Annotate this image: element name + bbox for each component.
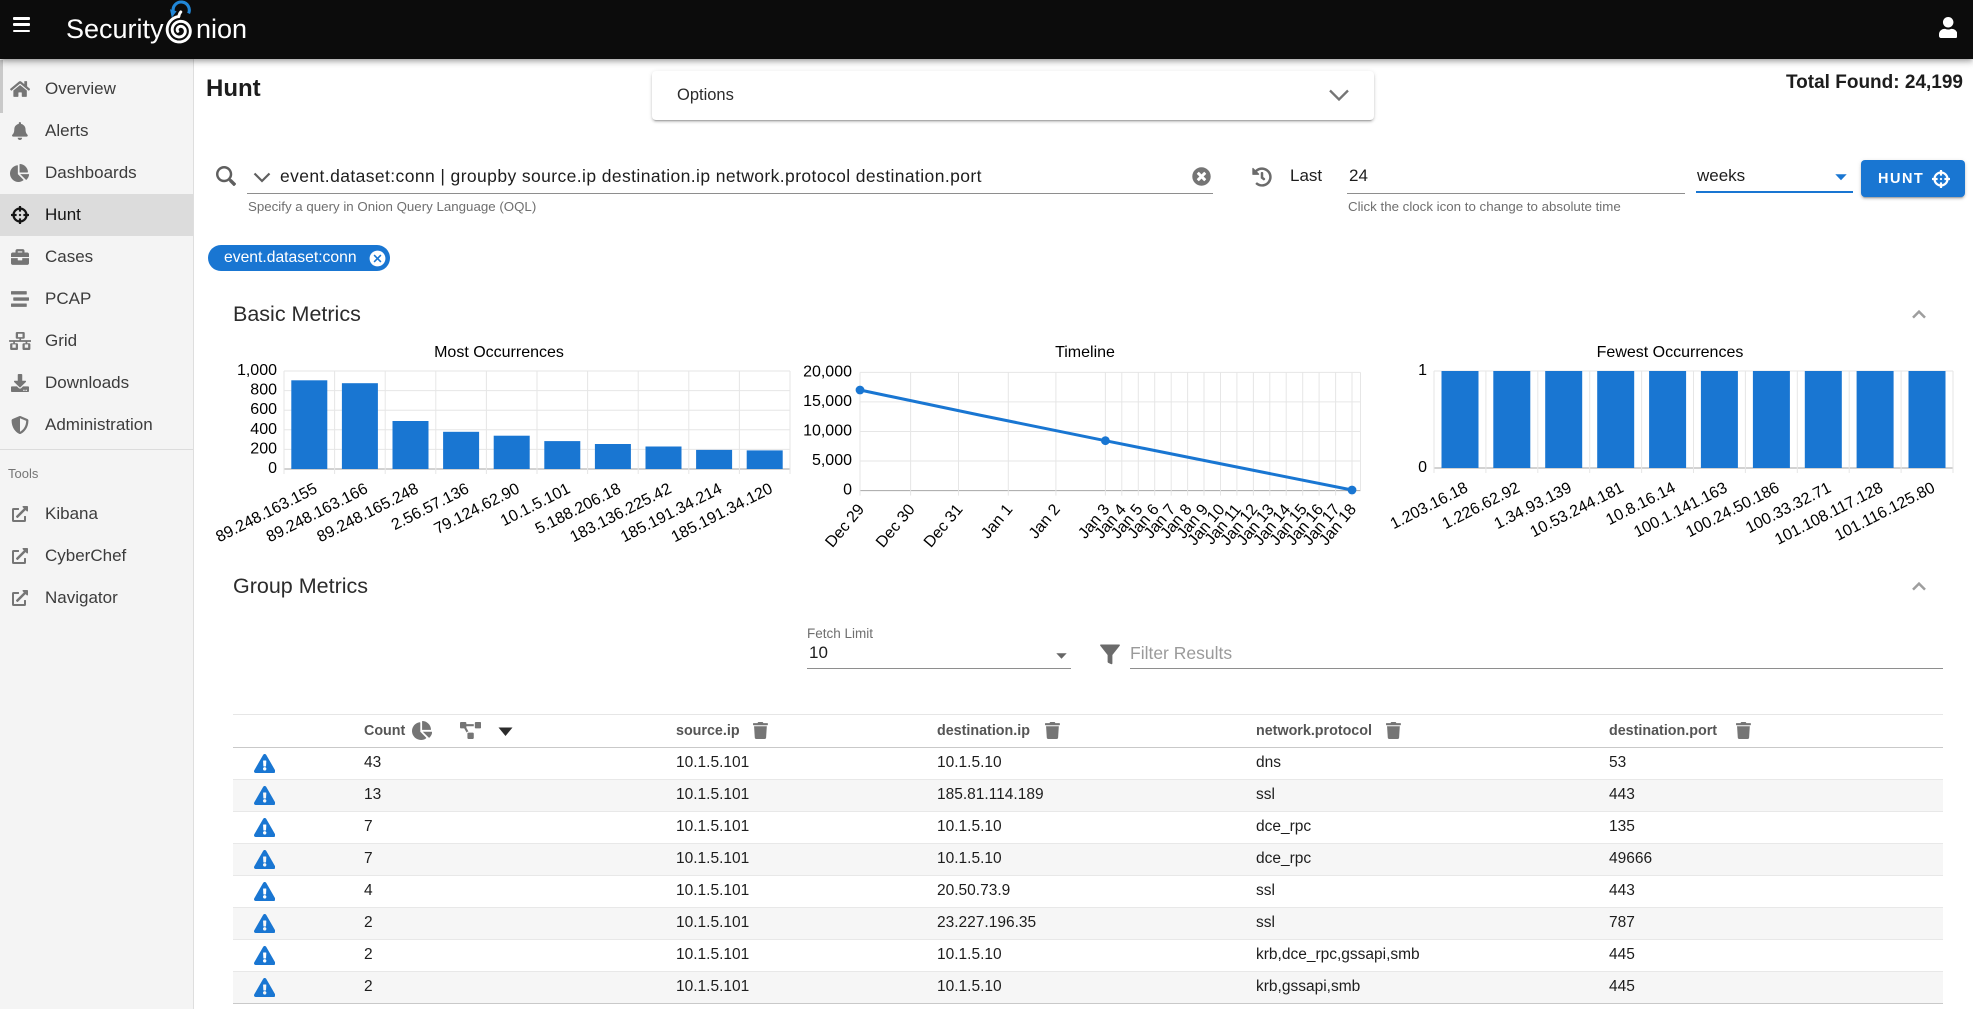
svg-text:20,000: 20,000 <box>803 363 852 380</box>
svg-text:0: 0 <box>1418 459 1427 476</box>
svg-text:400: 400 <box>250 421 277 438</box>
svg-text:800: 800 <box>250 382 277 399</box>
svg-text:5,000: 5,000 <box>812 452 852 469</box>
svg-text:1,000: 1,000 <box>237 362 277 379</box>
svg-text:Dec 29: Dec 29 <box>822 501 868 551</box>
svg-text:Fewest Occurrences: Fewest Occurrences <box>1597 345 1744 361</box>
svg-text:600: 600 <box>250 401 277 418</box>
svg-text:1: 1 <box>1418 362 1427 379</box>
svg-text:0: 0 <box>268 460 277 477</box>
svg-text:0: 0 <box>843 482 852 499</box>
svg-text:Dec 31: Dec 31 <box>921 501 967 551</box>
svg-text:Dec 30: Dec 30 <box>873 501 919 551</box>
svg-text:Jan 2: Jan 2 <box>1026 501 1064 542</box>
svg-text:Most Occurrences: Most Occurrences <box>434 345 564 361</box>
svg-text:Jan 1: Jan 1 <box>978 501 1016 542</box>
svg-text:200: 200 <box>250 440 277 457</box>
svg-text:10,000: 10,000 <box>803 423 852 440</box>
svg-text:15,000: 15,000 <box>803 393 852 410</box>
svg-text:Timeline: Timeline <box>1055 345 1115 361</box>
